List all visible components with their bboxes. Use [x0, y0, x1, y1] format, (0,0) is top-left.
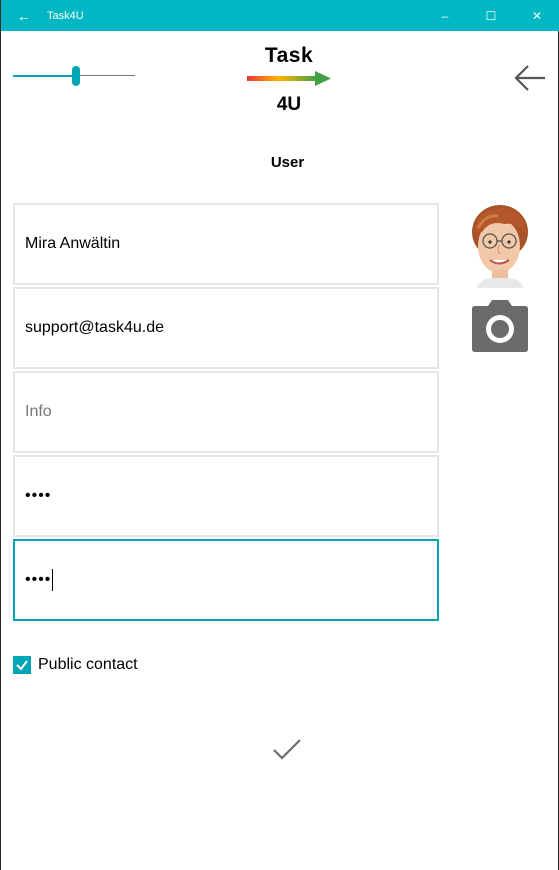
password-confirm-field[interactable]: •••• [13, 539, 439, 621]
public-contact-checkbox[interactable] [13, 656, 31, 674]
name-field[interactable]: Mira Anwältin [13, 203, 439, 285]
close-icon: ✕ [531, 8, 543, 23]
logo-arrow-icon [247, 71, 331, 86]
slider-track-filled [13, 75, 76, 77]
titlebar-back-button[interactable]: ← [1, 0, 47, 31]
minimize-icon: – [441, 8, 449, 23]
info-placeholder: Info [25, 403, 52, 420]
zoom-slider[interactable] [13, 66, 135, 86]
name-value: Mira Anwältin [25, 235, 121, 252]
checkmark-icon [16, 660, 28, 671]
avatar-photo [472, 205, 528, 288]
maximize-button[interactable]: ☐ [468, 0, 514, 31]
password-confirm-value: •••• [25, 571, 52, 588]
camera-icon [472, 300, 528, 352]
app-logo: Task 4U [247, 44, 331, 120]
minimize-button[interactable]: – [422, 0, 468, 31]
logo-text-4u: 4U [276, 94, 302, 115]
email-field[interactable]: support@task4u.de [13, 287, 439, 369]
slider-track-empty [76, 75, 135, 76]
password-field[interactable]: •••• [13, 455, 439, 537]
user-avatar[interactable] [468, 202, 532, 288]
window-controls: – ☐ ✕ [422, 0, 559, 31]
arrow-left-icon: ← [17, 7, 31, 24]
arrow-left-icon [514, 65, 545, 91]
confirm-button[interactable] [272, 737, 302, 763]
logo-text-task: Task [264, 44, 314, 67]
page-title: User [270, 154, 305, 171]
public-contact-label: Public contact [38, 656, 138, 673]
public-contact-row[interactable]: Public contact [13, 656, 138, 674]
checkmark-icon [273, 739, 301, 760]
window-title: Task4U [47, 9, 84, 22]
maximize-icon: ☐ [485, 8, 497, 23]
camera-button[interactable] [468, 297, 532, 353]
app-window: ← Task4U – ☐ ✕ Task 4U User Mira Anwälti… [0, 0, 559, 870]
slider-thumb[interactable] [72, 66, 80, 86]
back-button[interactable] [513, 64, 547, 92]
email-value: support@task4u.de [25, 319, 164, 336]
close-button[interactable]: ✕ [514, 0, 559, 31]
text-caret [52, 569, 54, 591]
password-value: •••• [25, 487, 52, 504]
title-bar: ← Task4U – ☐ ✕ [1, 0, 559, 31]
info-field[interactable]: Info [13, 371, 439, 453]
